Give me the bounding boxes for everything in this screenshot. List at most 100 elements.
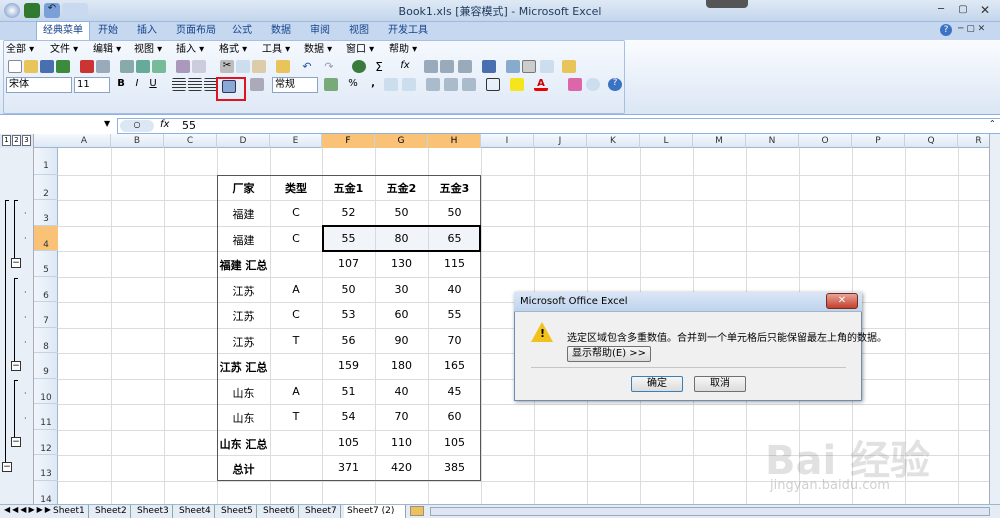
- insert-function-icon[interactable]: fx: [398, 60, 412, 73]
- tab-page-layout[interactable]: 页面布局: [170, 22, 222, 40]
- font-size-select[interactable]: 11: [74, 77, 110, 93]
- cell-e2[interactable]: 类型: [270, 180, 322, 196]
- cell-d12[interactable]: 山东 汇总: [200, 436, 287, 452]
- cell-e6[interactable]: A: [270, 283, 322, 296]
- decrease-indent-icon[interactable]: [426, 78, 440, 91]
- open-icon[interactable]: [24, 60, 38, 73]
- sort-descending-icon[interactable]: [440, 60, 454, 73]
- sheet-tab-6[interactable]: Sheet6: [260, 505, 299, 518]
- cell-g3[interactable]: 50: [375, 206, 428, 219]
- dialog-close-icon[interactable]: ✕: [826, 293, 858, 309]
- cell-g12[interactable]: 110: [375, 436, 428, 449]
- cell-g6[interactable]: 30: [375, 283, 428, 296]
- menu-all[interactable]: 全部 ▾: [6, 43, 34, 57]
- cell-e10[interactable]: A: [270, 385, 322, 398]
- col-k[interactable]: K: [587, 134, 640, 148]
- help-icon[interactable]: ?: [940, 24, 952, 36]
- collapse-total-icon[interactable]: −: [2, 462, 12, 472]
- cell-e4[interactable]: C: [270, 232, 322, 245]
- cell-f5[interactable]: 107: [322, 257, 375, 270]
- col-h[interactable]: H: [428, 134, 481, 148]
- cell-e7[interactable]: C: [270, 308, 322, 321]
- col-m[interactable]: M: [693, 134, 746, 148]
- menu-insert[interactable]: 插入 ▾: [176, 43, 204, 57]
- row-11[interactable]: 11: [34, 404, 58, 430]
- row-5[interactable]: 5: [34, 251, 58, 277]
- row-14[interactable]: 14: [34, 481, 58, 505]
- permission-icon[interactable]: [56, 60, 70, 73]
- cell-f12[interactable]: 105: [322, 436, 375, 449]
- sheet-tab-active[interactable]: Sheet7 (2): [344, 505, 406, 518]
- sheet-tab-1[interactable]: Sheet1: [50, 505, 89, 518]
- spelling-icon[interactable]: [152, 60, 166, 73]
- format-painter-icon[interactable]: [276, 60, 290, 73]
- menu-file[interactable]: 文件 ▾: [50, 43, 78, 57]
- cell-h8[interactable]: 70: [428, 334, 481, 347]
- row-10[interactable]: 10: [34, 379, 58, 404]
- show-help-button[interactable]: 显示帮助(E) >>: [567, 346, 651, 362]
- new-icon[interactable]: [8, 60, 22, 73]
- cell-f8[interactable]: 56: [322, 334, 375, 347]
- collapse-shandong-icon[interactable]: −: [11, 437, 21, 447]
- sheet-tab-2[interactable]: Sheet2: [92, 505, 131, 518]
- redo-toolbar-icon[interactable]: ↷: [322, 60, 336, 73]
- col-b[interactable]: B: [111, 134, 164, 148]
- grid-icon[interactable]: [522, 60, 536, 73]
- cell-f9[interactable]: 159: [322, 359, 375, 372]
- close-icon[interactable]: ✕: [974, 1, 996, 19]
- tab-home[interactable]: 开始: [92, 22, 124, 40]
- cell-f2[interactable]: 五金1: [322, 180, 375, 196]
- collapse-fujian-icon[interactable]: −: [11, 258, 21, 268]
- row-9[interactable]: 9: [34, 353, 58, 379]
- col-g[interactable]: G: [375, 134, 428, 148]
- menu-view[interactable]: 视图 ▾: [134, 43, 162, 57]
- minimize-icon[interactable]: ─: [930, 1, 952, 19]
- outline-level-2[interactable]: 2: [12, 135, 21, 146]
- horizontal-scrollbar[interactable]: [430, 507, 990, 516]
- col-o[interactable]: O: [799, 134, 852, 148]
- tab-insert[interactable]: 插入: [131, 22, 163, 40]
- cell-d2[interactable]: 厂家: [217, 180, 270, 196]
- cell-h9[interactable]: 165: [428, 359, 481, 372]
- filter-icon[interactable]: [458, 60, 472, 73]
- chart-icon[interactable]: [482, 60, 496, 73]
- copy-icon[interactable]: [236, 60, 250, 73]
- row-1[interactable]: 1: [34, 148, 58, 175]
- fx-label[interactable]: fx: [160, 119, 169, 130]
- col-f[interactable]: F: [322, 134, 375, 148]
- tab-classic-menu[interactable]: 经典菜单: [36, 21, 90, 41]
- col-n[interactable]: N: [746, 134, 799, 148]
- tab-review[interactable]: 审阅: [304, 22, 336, 40]
- row-6[interactable]: 6: [34, 277, 58, 302]
- col-j[interactable]: J: [534, 134, 587, 148]
- print-preview-icon[interactable]: [120, 60, 134, 73]
- borders-icon[interactable]: [486, 78, 500, 91]
- wrap-text-icon[interactable]: [250, 78, 264, 91]
- font-name-select[interactable]: 宋体: [6, 77, 72, 93]
- cell-g7[interactable]: 60: [375, 308, 428, 321]
- outline-level-1[interactable]: 1: [2, 135, 11, 146]
- paste-icon[interactable]: [252, 60, 266, 73]
- cell-f3[interactable]: 52: [322, 206, 375, 219]
- sheet-nav-icon[interactable]: ◀◀◀▶▶▶: [4, 505, 53, 514]
- cell-d9[interactable]: 江苏 汇总: [200, 359, 287, 375]
- col-p[interactable]: P: [852, 134, 905, 148]
- research-icon[interactable]: [136, 60, 150, 73]
- cell-h6[interactable]: 40: [428, 283, 481, 296]
- comma-icon[interactable]: ,: [366, 78, 380, 91]
- autosum-icon[interactable]: Σ: [372, 60, 386, 74]
- cell-h3[interactable]: 50: [428, 206, 481, 219]
- number-format-select[interactable]: 常规: [272, 77, 318, 93]
- insert-sheet-icon[interactable]: [410, 506, 424, 516]
- tab-view[interactable]: 视图: [343, 22, 375, 40]
- cell-h4[interactable]: 65: [428, 232, 481, 245]
- menu-format[interactable]: 格式 ▾: [219, 43, 247, 57]
- cell-d5[interactable]: 福建 汇总: [200, 257, 287, 273]
- row-13[interactable]: 13: [34, 455, 58, 481]
- sheet-tab-4[interactable]: Sheet4: [176, 505, 215, 518]
- cell-h11[interactable]: 60: [428, 410, 481, 423]
- row-4[interactable]: 4: [34, 226, 58, 251]
- col-l[interactable]: L: [640, 134, 693, 148]
- col-a[interactable]: A: [58, 134, 111, 148]
- cell-h13[interactable]: 385: [428, 461, 481, 474]
